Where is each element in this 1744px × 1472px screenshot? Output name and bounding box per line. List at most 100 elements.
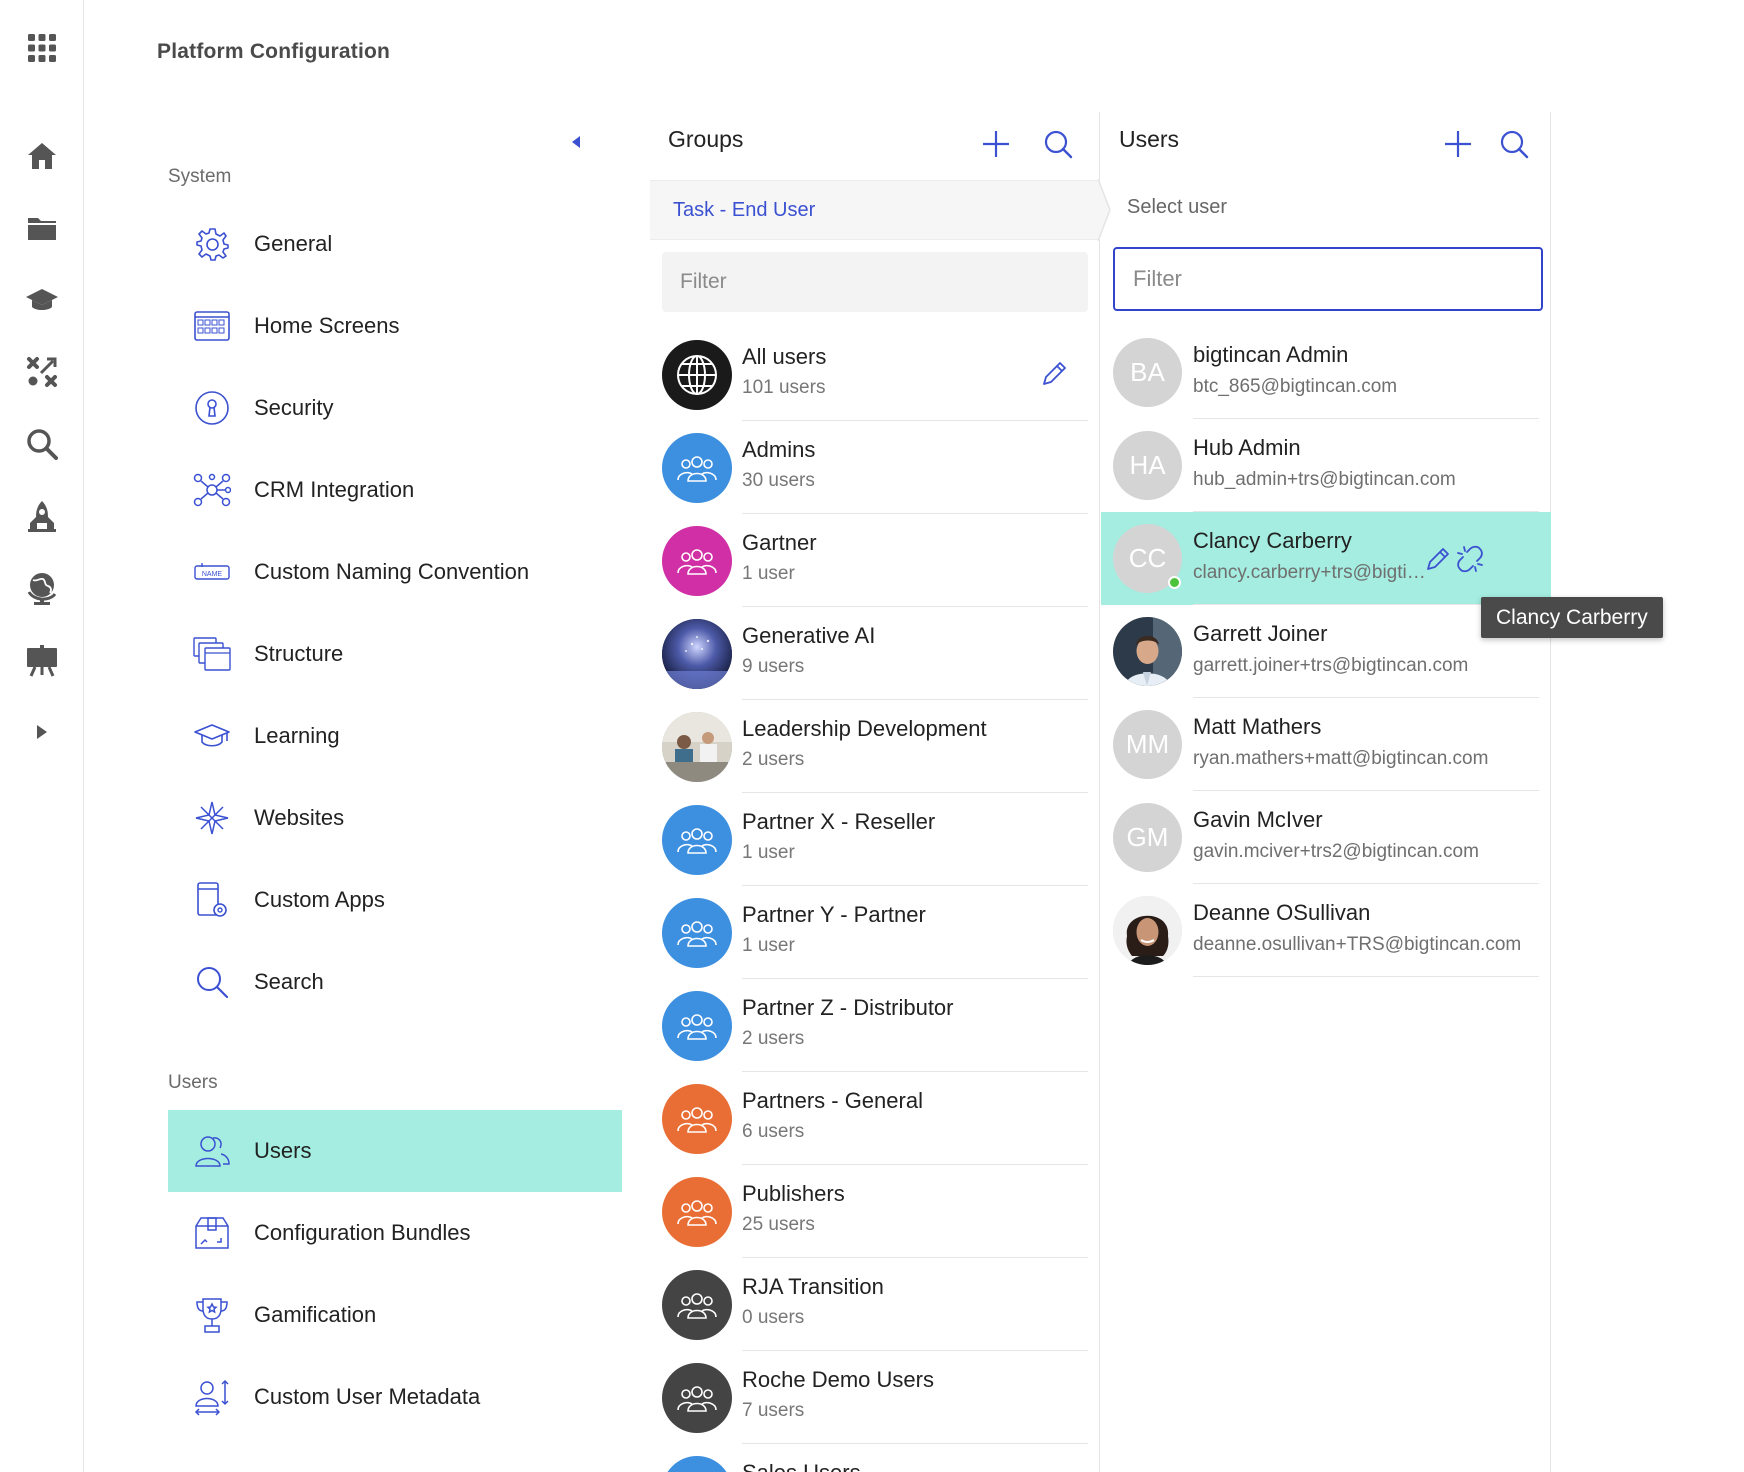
- nav-label: Configuration Bundles: [254, 1220, 471, 1245]
- group-icon: [662, 1456, 732, 1472]
- page-title: Platform Configuration: [157, 40, 391, 63]
- user-email: gavin.mciver+trs2@bigtincan.com: [1193, 841, 1479, 862]
- strategy-icon[interactable]: [22, 352, 62, 392]
- nav-item-general[interactable]: General: [168, 203, 622, 285]
- user-email: hub_admin+trs@bigtincan.com: [1193, 469, 1456, 490]
- nav-item-gamification[interactable]: Gamification: [168, 1274, 622, 1356]
- collapse-panel-icon[interactable]: [566, 132, 586, 152]
- folder-icon[interactable]: [22, 208, 62, 248]
- group-row[interactable]: Admins 30 users: [650, 421, 1100, 514]
- group-row[interactable]: Leadership Development 2 users: [650, 700, 1100, 793]
- user-row[interactable]: CC Clancy Carberry clancy.carberry+trs@big…: [1101, 512, 1551, 605]
- graduation-cap-icon[interactable]: [22, 280, 62, 320]
- nav-label: Structure: [254, 641, 344, 666]
- users-panel: Users Select user BA bigtincan Admin btc_8…: [1101, 112, 1551, 1472]
- group-row[interactable]: RJA Transition 0 users: [650, 1258, 1100, 1351]
- nav-item-websites[interactable]: Websites: [168, 777, 622, 859]
- pencil-icon[interactable]: [1038, 358, 1070, 390]
- expand-arrow-icon[interactable]: [22, 712, 62, 752]
- search-groups-button[interactable]: [1040, 126, 1076, 162]
- home-screens-icon: [192, 306, 232, 346]
- nav-label: Users: [254, 1138, 312, 1163]
- group-row[interactable]: Partner X - Reseller 1 user: [650, 793, 1100, 886]
- user-email: garrett.joiner+trs@bigtincan.com: [1193, 655, 1469, 676]
- nav-item-users[interactable]: Users: [168, 1110, 622, 1192]
- nav-label: Custom Naming Convention: [254, 559, 530, 584]
- groups-panel: Groups Task - End User All users 101 user…: [650, 112, 1111, 1472]
- plus-icon: [1445, 131, 1471, 157]
- nav-item-configuration-bundles[interactable]: Configuration Bundles: [168, 1192, 622, 1274]
- plus-icon: [983, 131, 1009, 157]
- groups-list: All users 101 users Admins 30 users Gartner 1…: [650, 328, 1100, 1472]
- nav-item-custom-naming-convention[interactable]: NAME Custom Naming Convention: [168, 531, 622, 613]
- user-row[interactable]: MM Matt Mathers ryan.mathers+matt@bigtinca…: [1101, 698, 1551, 791]
- group-row[interactable]: All users 101 users: [650, 328, 1100, 421]
- online-status-dot: [1168, 576, 1181, 589]
- users-filter-input[interactable]: [1113, 247, 1543, 311]
- group-row[interactable]: Partners - General 6 users: [650, 1072, 1100, 1165]
- group-count: 6 users: [742, 1121, 805, 1142]
- nav-item-learning[interactable]: Learning: [168, 695, 622, 777]
- user-name: Hub Admin: [1193, 435, 1301, 460]
- group-row[interactable]: Partner Z - Distributor 2 users: [650, 979, 1100, 1072]
- compass-icon: [192, 798, 232, 838]
- avatar: MM: [1113, 710, 1182, 779]
- home-icon[interactable]: [22, 136, 62, 176]
- breadcrumb: Task - End User: [650, 180, 1100, 240]
- group-row[interactable]: Partner Y - Partner 1 user: [650, 886, 1100, 979]
- nav-item-crm-integration[interactable]: CRM Integration: [168, 449, 622, 531]
- nav-label: Home Screens: [254, 313, 400, 338]
- user-name: Garrett Joiner: [1193, 621, 1328, 646]
- nav-item-structure[interactable]: Structure: [168, 613, 622, 695]
- group-icon: [662, 898, 732, 968]
- apps-grid-icon[interactable]: [22, 28, 62, 68]
- nav-label: Search: [254, 969, 324, 994]
- users-title: Users: [1119, 126, 1180, 152]
- nav-item-custom-apps[interactable]: Custom Apps: [168, 859, 622, 941]
- nav-label: CRM Integration: [254, 477, 415, 502]
- graduation-cap-icon: [192, 716, 232, 756]
- group-icon: [662, 805, 732, 875]
- search-icon: [1500, 130, 1529, 159]
- user-email: btc_865@bigtincan.com: [1193, 376, 1398, 397]
- pencil-icon[interactable]: [1423, 544, 1453, 574]
- group-row[interactable]: Sales Users: [650, 1444, 1100, 1472]
- nav-item-security[interactable]: Security: [168, 367, 622, 449]
- user-metadata-icon: [192, 1377, 232, 1417]
- presentation-icon[interactable]: [22, 640, 62, 680]
- user-row[interactable]: BA bigtincan Admin btc_865@bigtincan.com: [1101, 326, 1551, 419]
- groups-filter-input[interactable]: [662, 252, 1088, 312]
- group-icon: [662, 433, 732, 503]
- add-group-button[interactable]: [978, 126, 1014, 162]
- group-row[interactable]: Generative AI 9 users: [650, 607, 1100, 700]
- group-row[interactable]: Roche Demo Users 7 users: [650, 1351, 1100, 1444]
- globe-icon[interactable]: [22, 568, 62, 608]
- nav-item-search[interactable]: Search: [168, 941, 622, 1023]
- group-name: Sales Users: [742, 1460, 861, 1472]
- breadcrumb-link[interactable]: Task - End User: [673, 199, 815, 222]
- group-row[interactable]: Publishers 25 users: [650, 1165, 1100, 1258]
- avatar: [1113, 896, 1182, 965]
- group-name: Partner X - Reseller: [742, 809, 936, 834]
- unlink-icon[interactable]: [1455, 544, 1485, 574]
- search-users-button[interactable]: [1496, 126, 1532, 162]
- gear-icon: [192, 224, 232, 264]
- user-tooltip: Clancy Carberry: [1481, 597, 1663, 638]
- user-row[interactable]: Deanne OSullivan deanne.osullivan+TRS@big…: [1101, 884, 1551, 977]
- nav-item-home-screens[interactable]: Home Screens: [168, 285, 622, 367]
- nav-item-custom-user-metadata[interactable]: Custom User Metadata: [168, 1356, 622, 1438]
- group-name: RJA Transition: [742, 1274, 884, 1299]
- avatar: BA: [1113, 338, 1182, 407]
- nav-label: Learning: [254, 723, 340, 748]
- group-row[interactable]: Gartner 1 user: [650, 514, 1100, 607]
- avatar: [1113, 617, 1182, 686]
- rocket-icon[interactable]: [22, 496, 62, 536]
- nav-label: Security: [254, 395, 334, 420]
- user-row[interactable]: GM Gavin McIver gavin.mciver+trs2@bigtinca…: [1101, 791, 1551, 884]
- add-user-button[interactable]: [1440, 126, 1476, 162]
- group-count: 25 users: [742, 1214, 815, 1235]
- user-name: Matt Mathers: [1193, 714, 1322, 739]
- user-row[interactable]: HA Hub Admin hub_admin+trs@bigtincan.com: [1101, 419, 1551, 512]
- search-icon[interactable]: [22, 424, 62, 464]
- nav-label: Custom Apps: [254, 887, 385, 912]
